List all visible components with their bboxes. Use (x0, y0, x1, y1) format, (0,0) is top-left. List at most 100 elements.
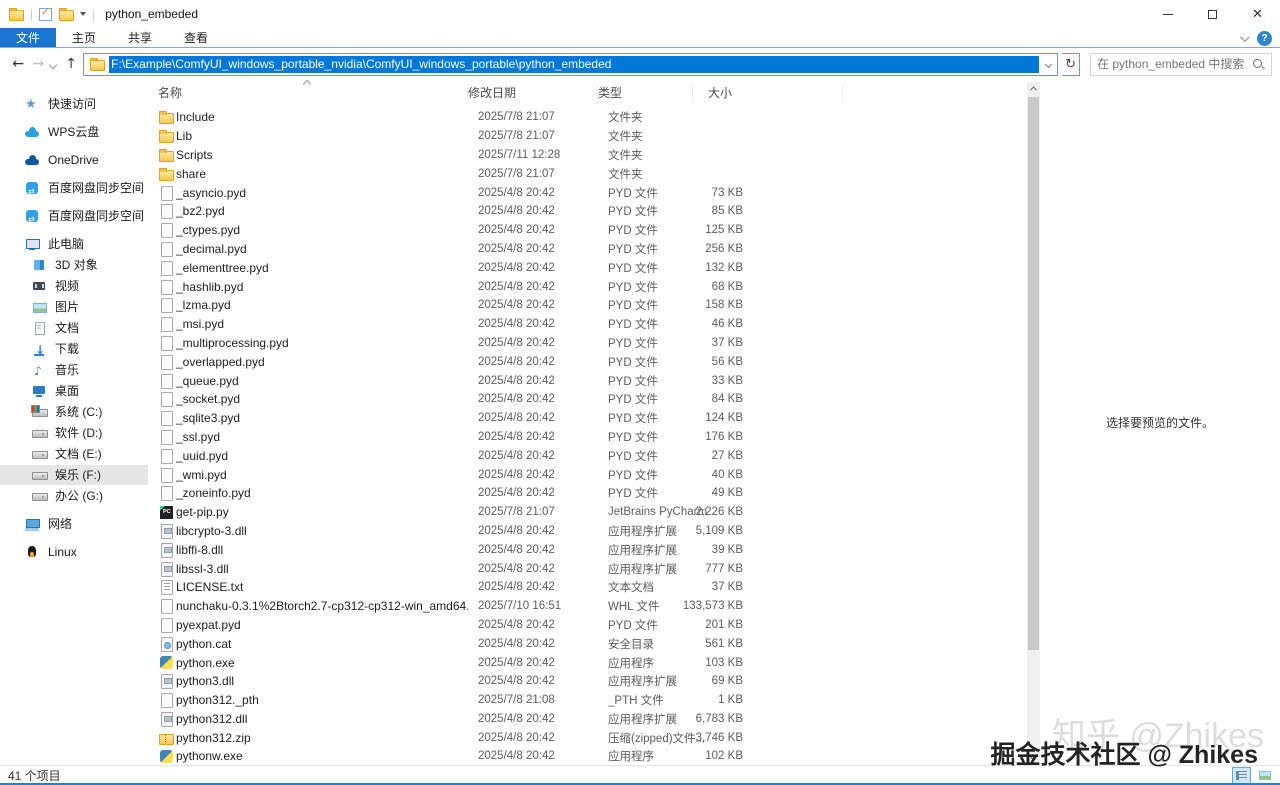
sidebar-item-drive-15[interactable]: 文档 (E:) (0, 444, 148, 464)
column-header-size[interactable]: 大小 (693, 83, 843, 103)
file-row[interactable]: pyexpat.pyd 2025/4/8 20:42 PYD 文件 201 KB (148, 616, 1040, 635)
scroll-up-icon[interactable] (1027, 82, 1040, 95)
file-row[interactable]: get-pip.py 2025/7/8 21:07 JetBrains PyCh… (148, 503, 1040, 522)
file-row[interactable]: _ctypes.pyd 2025/4/8 20:42 PYD 文件 125 KB (148, 221, 1040, 240)
item-count: 41 个项目 (8, 769, 61, 783)
address-path[interactable]: F:\Example\ComfyUI_windows_portable_nvid… (109, 55, 1040, 73)
file-row[interactable]: libcrypto-3.dll 2025/4/8 20:42 应用程序扩展 5,… (148, 522, 1040, 541)
file-row[interactable]: _asyncio.pyd 2025/4/8 20:42 PYD 文件 73 KB (148, 183, 1040, 202)
file-row[interactable]: libssl-3.dll 2025/4/8 20:42 应用程序扩展 777 K… (148, 559, 1040, 578)
window-controls: ✕ (1145, 0, 1280, 28)
folder-icon[interactable] (8, 7, 24, 21)
file-row[interactable]: python.cat 2025/4/8 20:42 安全目录 561 KB (148, 634, 1040, 653)
file-row[interactable]: _socket.pyd 2025/4/8 20:42 PYD 文件 84 KB (148, 390, 1040, 409)
vertical-scrollbar[interactable] (1027, 82, 1040, 765)
file-row[interactable]: Lib 2025/7/8 21:07 文件夹 (148, 127, 1040, 146)
search-icon[interactable] (1252, 58, 1265, 71)
sidebar-item-drive-16[interactable]: 娱乐 (F:) (0, 465, 148, 485)
file-row[interactable]: LICENSE.txt 2025/4/8 20:42 文本文档 37 KB (148, 578, 1040, 597)
file-row[interactable]: python312.zip 2025/4/8 20:42 压缩(zipped)文… (148, 728, 1040, 747)
search-input[interactable] (1097, 57, 1253, 71)
file-row[interactable]: _queue.pyd 2025/4/8 20:42 PYD 文件 33 KB (148, 371, 1040, 390)
sidebar-item-video-7[interactable]: 视频 (0, 276, 148, 296)
sidebar-item-downloads-10[interactable]: 下载 (0, 339, 148, 360)
forward-button[interactable]: → (30, 56, 46, 72)
cloud-dark-icon (24, 152, 40, 168)
file-row[interactable]: python312._pth 2025/7/8 21:08 _PTH 文件 1 … (148, 691, 1040, 710)
file-row[interactable]: Include 2025/7/8 21:07 文件夹 (148, 108, 1040, 127)
sidebar-item-drive-14[interactable]: 软件 (D:) (0, 423, 148, 443)
sidebar-item-network-18[interactable]: 网络 (0, 514, 148, 534)
sidebar-item-computer-5[interactable]: 此电脑 (0, 234, 148, 254)
address-dropdown-icon[interactable] (1039, 60, 1057, 68)
file-row[interactable]: python312.dll 2025/4/8 20:42 应用程序扩展 6,78… (148, 710, 1040, 729)
tab-file[interactable]: 文件 (0, 28, 57, 47)
file-row[interactable]: pythonw.exe 2025/4/8 20:42 应用程序 102 KB (148, 747, 1040, 766)
file-row[interactable]: _lzma.pyd 2025/4/8 20:42 PYD 文件 158 KB (148, 296, 1040, 315)
file-row[interactable]: python.exe 2025/4/8 20:42 应用程序 103 KB (148, 653, 1040, 672)
dll-icon (158, 672, 176, 690)
sidebar-item-linux-19[interactable]: Linux (0, 542, 148, 562)
details-view-button[interactable] (1232, 767, 1251, 783)
sidebar-item-desktop-12[interactable]: 桌面 (0, 381, 148, 401)
sidebar-item-drive-sys-13[interactable]: 系统 (C:) (0, 402, 148, 422)
file-row[interactable]: python3.dll 2025/4/8 20:42 应用程序扩展 69 KB (148, 672, 1040, 691)
video-icon (31, 278, 47, 294)
recent-locations-icon[interactable] (49, 57, 59, 71)
tab-home[interactable]: 主页 (56, 28, 112, 47)
file-row[interactable]: _multiprocessing.pyd 2025/4/8 20:42 PYD … (148, 334, 1040, 353)
file-row[interactable]: _bz2.pyd 2025/4/8 20:42 PYD 文件 85 KB (148, 202, 1040, 221)
ribbon-expand-icon[interactable] (1239, 31, 1250, 42)
address-bar[interactable]: F:\Example\ComfyUI_windows_portable_nvid… (83, 52, 1059, 76)
file-row[interactable]: _elementtree.pyd 2025/4/8 20:42 PYD 文件 1… (148, 258, 1040, 277)
file-icon (158, 616, 176, 634)
file-row[interactable]: _decimal.pyd 2025/4/8 20:42 PYD 文件 256 K… (148, 240, 1040, 259)
tab-view[interactable]: 查看 (168, 28, 224, 47)
file-row[interactable]: _ssl.pyd 2025/4/8 20:42 PYD 文件 176 KB (148, 428, 1040, 447)
sidebar-item-baidu-3[interactable]: 百度网盘同步空间 (0, 178, 148, 202)
file-row[interactable]: _zoneinfo.pyd 2025/4/8 20:42 PYD 文件 49 K… (148, 484, 1040, 503)
file-row[interactable]: _sqlite3.pyd 2025/4/8 20:42 PYD 文件 124 K… (148, 409, 1040, 428)
back-button[interactable]: ← (10, 56, 26, 72)
checkbox-properties-icon[interactable] (39, 7, 53, 21)
large-icons-view-button[interactable] (1255, 767, 1274, 783)
file-row[interactable]: _uuid.pyd 2025/4/8 20:42 PYD 文件 27 KB (148, 446, 1040, 465)
file-icon (158, 372, 176, 390)
file-row[interactable]: _msi.pyd 2025/4/8 20:42 PYD 文件 46 KB (148, 315, 1040, 334)
scrollbar-thumb[interactable] (1028, 97, 1039, 650)
file-rows: Include 2025/7/8 21:07 文件夹 Lib 2025/7/8 … (148, 108, 1040, 766)
sidebar-item-cloud-dark-2[interactable]: OneDrive (0, 150, 148, 170)
sidebar-item-star-0[interactable]: 快速访问 (0, 94, 148, 115)
maximize-button[interactable] (1190, 0, 1235, 28)
file-explorer-window: | | python_embeded ✕ 文件 主页 共享 查看 ? ← → ↑ (0, 0, 1280, 785)
sidebar-item-baidu-4[interactable]: 百度网盘同步空间 (0, 206, 148, 230)
scroll-down-icon[interactable] (1027, 752, 1040, 765)
minimize-button[interactable] (1145, 0, 1190, 28)
sidebar-item-documents-9[interactable]: 文档 (0, 318, 148, 338)
python-icon (158, 747, 176, 765)
column-header-type[interactable]: 类型 (598, 83, 693, 103)
sidebar-item-music-11[interactable]: 音乐 (0, 360, 148, 381)
file-row[interactable]: _hashlib.pyd 2025/4/8 20:42 PYD 文件 68 KB (148, 277, 1040, 296)
sidebar-item-pictures-8[interactable]: 图片 (0, 297, 148, 317)
folder-icon[interactable] (58, 7, 75, 21)
file-row[interactable]: libffi-8.dll 2025/4/8 20:42 应用程序扩展 39 KB (148, 540, 1040, 559)
search-box[interactable] (1090, 52, 1273, 76)
file-row[interactable]: nunchaku-0.3.1%2Btorch2.7-cp312-cp312-wi… (148, 597, 1040, 616)
close-button[interactable]: ✕ (1235, 0, 1280, 28)
column-header-date[interactable]: 修改日期 (468, 83, 598, 103)
chevron-down-icon[interactable] (80, 12, 87, 16)
help-icon[interactable]: ? (1257, 30, 1272, 46)
sidebar-item-drive-17[interactable]: 办公 (G:) (0, 486, 148, 506)
up-button[interactable]: ↑ (63, 56, 79, 72)
main-area: 快速访问 WPS云盘 OneDrive 百度网盘同步空间 百度网盘同步空间 此电… (0, 79, 1280, 766)
tab-share[interactable]: 共享 (112, 28, 168, 47)
sidebar-item-cloud-blue-1[interactable]: WPS云盘 (0, 122, 148, 142)
file-row[interactable]: Scripts 2025/7/11 12:28 文件夹 (148, 146, 1040, 165)
file-row[interactable]: share 2025/7/8 21:07 文件夹 (148, 164, 1040, 183)
file-row[interactable]: _wmi.pyd 2025/4/8 20:42 PYD 文件 40 KB (148, 465, 1040, 484)
refresh-button[interactable]: ↻ (1062, 52, 1081, 76)
file-row[interactable]: _overlapped.pyd 2025/4/8 20:42 PYD 文件 56… (148, 352, 1040, 371)
folder-icon (158, 165, 176, 183)
sidebar-item-3d-6[interactable]: 3D 对象 (0, 255, 148, 275)
